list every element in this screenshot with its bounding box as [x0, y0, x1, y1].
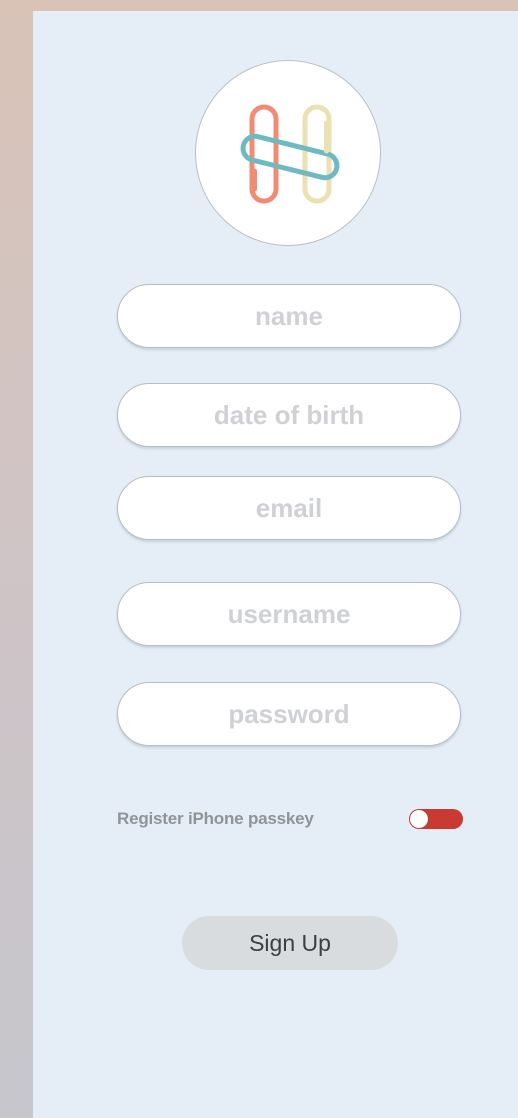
email-input[interactable] [117, 476, 461, 540]
toggle-knob [410, 810, 428, 828]
name-input[interactable] [117, 284, 461, 348]
passkey-row: Register iPhone passkey [117, 807, 463, 831]
passkey-label: Register iPhone passkey [117, 809, 314, 828]
date-of-birth-input[interactable] [117, 383, 461, 447]
sign-up-button[interactable]: Sign Up [182, 916, 398, 970]
username-input[interactable] [117, 582, 461, 646]
password-input[interactable] [117, 682, 461, 746]
intertwined-loops-logo-icon [240, 104, 340, 204]
passkey-toggle[interactable] [409, 809, 463, 829]
app-logo [195, 60, 381, 246]
signup-panel: Register iPhone passkey Sign Up [33, 11, 518, 1118]
